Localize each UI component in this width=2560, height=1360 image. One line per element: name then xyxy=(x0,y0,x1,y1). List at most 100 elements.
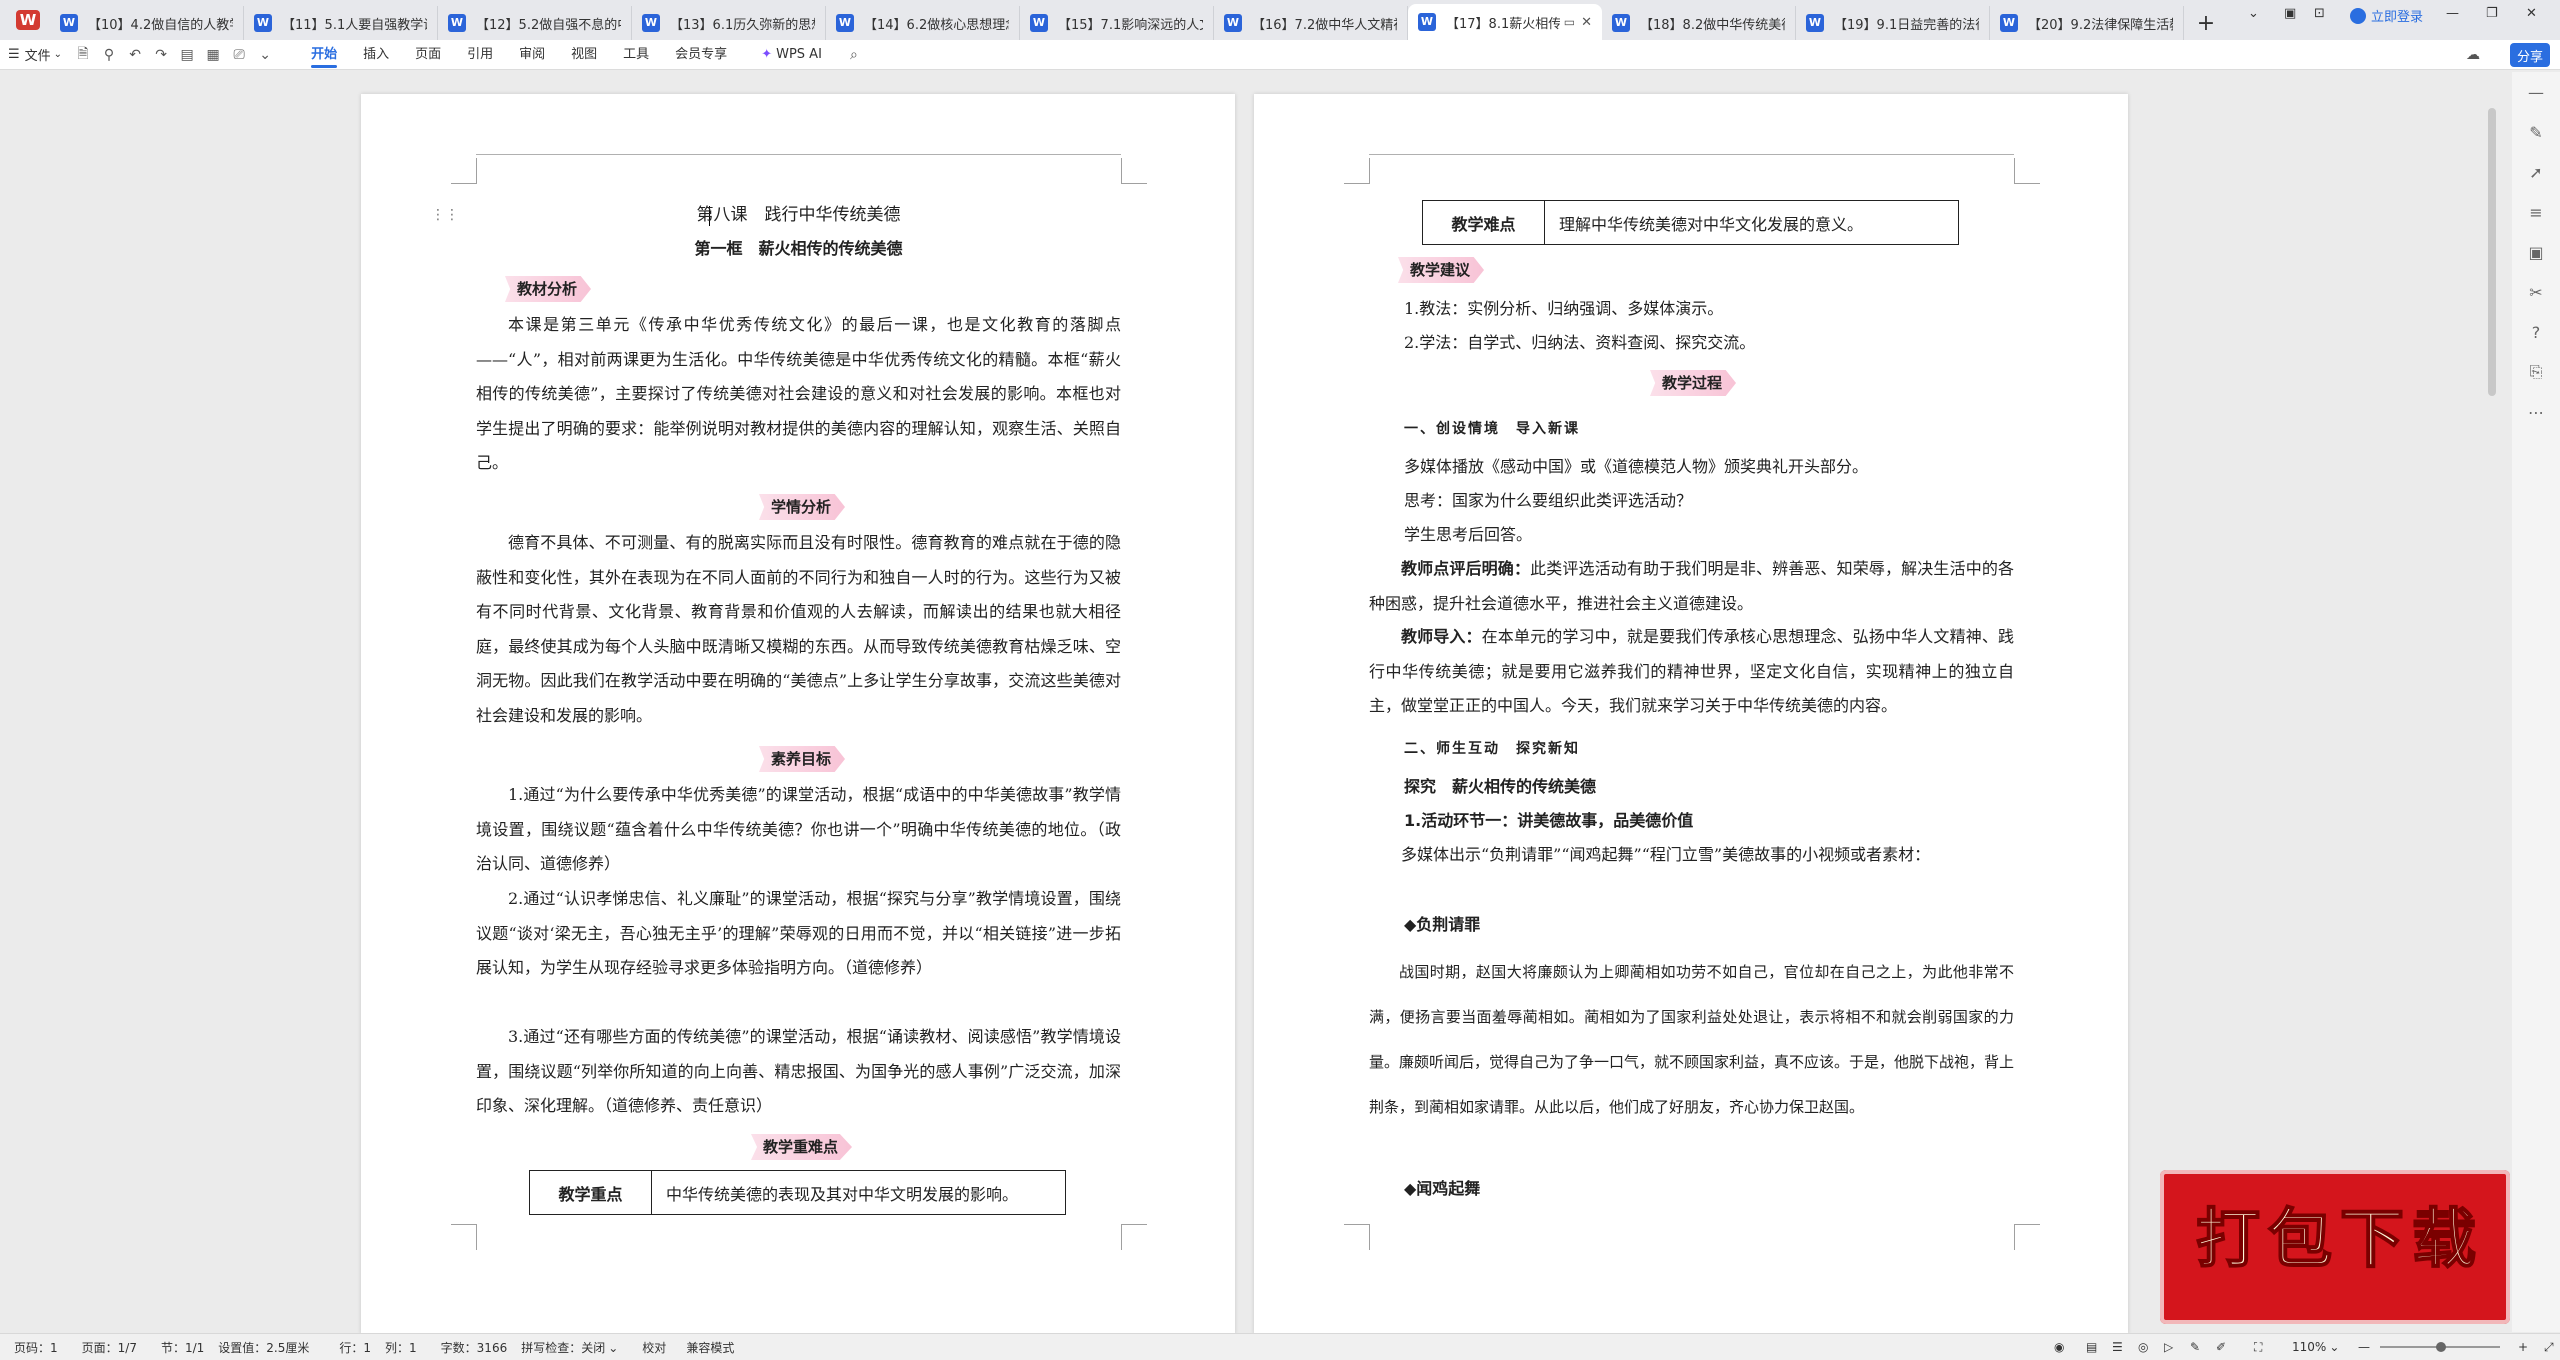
paragraph: 思考：国家为什么要组织此类评选活动？ xyxy=(1404,491,1693,510)
share-doc-icon[interactable]: ⎘ xyxy=(2512,352,2560,392)
search-icon[interactable]: ⌕ xyxy=(845,46,863,64)
menu-tools[interactable]: 工具 xyxy=(610,40,662,70)
word-count[interactable]: 字数：3166 xyxy=(441,1339,508,1356)
window-close-icon[interactable]: ✕ xyxy=(2526,6,2537,21)
header-rule xyxy=(1369,154,2014,155)
zoom-level[interactable]: 110% ⌄ xyxy=(2292,1340,2339,1354)
menu-member[interactable]: 会员专享 xyxy=(662,40,740,70)
word-doc-icon: W xyxy=(1030,14,1048,32)
fullscreen-icon[interactable]: ⤢ xyxy=(2544,1340,2554,1355)
setting-value[interactable]: 设置值：2.5厘米 xyxy=(218,1339,309,1356)
tab-doc-20[interactable]: W【20】9.2法律保障生活教学 xyxy=(1990,6,2184,40)
zoom-out-icon[interactable]: — xyxy=(2358,1340,2370,1354)
restore-icon[interactable]: ❐ xyxy=(2486,6,2498,21)
wps-ai-button[interactable]: ✦ WPS AI xyxy=(748,40,835,70)
row-number[interactable]: 行：1 xyxy=(339,1339,371,1356)
menu-page[interactable]: 页面 xyxy=(402,40,454,70)
wps-logo-icon[interactable]: W xyxy=(6,4,50,36)
tab-bar: W W【10】4.2做自信的人教学设 W【11】5.1人要自强教学设计 W【12… xyxy=(0,0,2560,40)
tab-doc-19[interactable]: W【19】9.1日益完善的法律体 xyxy=(1796,6,1990,40)
more-options-icon[interactable]: ⋯ xyxy=(2512,392,2560,432)
format-painter-icon[interactable]: ⎚ xyxy=(230,46,248,64)
multimedia-paragraph: 多媒体出示“负荆请罪”“闻鸡起舞”“程门立雪”美德故事的小视频或者素材： xyxy=(1401,845,1931,864)
activity-1-heading: 1.活动环节一：讲美德故事，品美德价值 xyxy=(1404,811,1694,830)
tab-doc-10[interactable]: W【10】4.2做自信的人教学设 xyxy=(50,6,244,40)
eye-protect-icon[interactable]: ◉ xyxy=(2054,1340,2064,1354)
word-doc-icon: W xyxy=(60,14,78,32)
image-tool-icon[interactable]: ▣ xyxy=(2512,232,2560,272)
zoom-slider-thumb[interactable] xyxy=(2436,1342,2446,1352)
tab-doc-17-active[interactable]: W【17】8.1薪火相传的▭✕ xyxy=(1408,4,1602,40)
spell-check[interactable]: 拼写检查：关闭 ⌄ xyxy=(521,1339,618,1356)
vertical-scrollbar[interactable] xyxy=(2488,108,2496,396)
difficult-point-table: 教学难点 理解中华传统美德对中华文化发展的意义。 xyxy=(1422,200,1959,245)
menu-insert[interactable]: 插入 xyxy=(350,40,402,70)
redo-icon[interactable]: ↷ xyxy=(152,46,170,64)
page-view-icon[interactable]: ▤ xyxy=(2086,1340,2097,1354)
tools-icon[interactable]: ✂ xyxy=(2512,272,2560,312)
writing-mode-icon[interactable]: ✎ xyxy=(2190,1340,2200,1354)
tab-dropdown-icon[interactable]: ⌄ xyxy=(2248,6,2259,21)
window-layout-icon[interactable]: ▣ xyxy=(2284,6,2296,21)
more-icon[interactable]: ⌄ xyxy=(256,46,274,64)
edit-mode-icon[interactable]: ✐ xyxy=(2216,1340,2226,1354)
file-menu[interactable]: ☰ 文件 ⌄ xyxy=(8,45,62,64)
fit-page-icon[interactable]: ⛶ xyxy=(2254,1340,2262,1355)
new-tab-button[interactable]: + xyxy=(2184,6,2228,40)
play-icon[interactable]: ▷ xyxy=(2164,1340,2173,1354)
page-corner-mark xyxy=(2014,1224,2040,1250)
menu-references[interactable]: 引用 xyxy=(454,40,506,70)
lesson-title: 第八课 践行中华传统美德 xyxy=(696,205,901,225)
style-list-icon[interactable]: ≡ xyxy=(2512,192,2560,232)
download-banner[interactable]: 打包下载 xyxy=(2160,1170,2510,1324)
word-doc-icon: W xyxy=(2000,14,2018,32)
page-number[interactable]: 页码：1 xyxy=(14,1339,58,1356)
help-icon[interactable]: ? xyxy=(2512,312,2560,352)
cloud-sync-icon[interactable]: ☁ xyxy=(2464,46,2482,64)
tab-doc-14[interactable]: W【14】6.2做核心思想理念的 xyxy=(826,6,1020,40)
word-doc-icon: W xyxy=(836,14,854,32)
login-link[interactable]: 立即登录 xyxy=(2350,6,2423,25)
compat-mode: 兼容模式 xyxy=(686,1340,735,1355)
drag-handle-icon[interactable]: ⋮⋮ xyxy=(431,207,459,223)
minimize-panel-icon[interactable]: — xyxy=(2512,72,2560,112)
menu-review[interactable]: 审阅 xyxy=(506,40,558,70)
edit-pen-icon[interactable]: ✎ xyxy=(2512,112,2560,152)
user-avatar-icon xyxy=(2350,7,2366,24)
tab-doc-12[interactable]: W【12】5.2做自强不息的中国 xyxy=(438,6,632,40)
export-pdf-icon[interactable]: ▦ xyxy=(204,46,222,64)
goal-3: 3.通过“还有哪些方面的传统美德”的课堂活动，根据“诵读教材、阅读感悟”教学情境… xyxy=(476,1027,1121,1115)
teacher-intro-paragraph: 教师导入：在本单元的学习中，就是要我们传承核心思想理念、弘扬中华人文精神、践行中… xyxy=(1369,627,2014,715)
tab-doc-13[interactable]: W【13】6.1历久弥新的思想理 xyxy=(632,6,826,40)
minimize-icon[interactable]: — xyxy=(2446,6,2459,21)
proofread-button[interactable]: 校对 xyxy=(642,1339,666,1356)
column-number[interactable]: 列：1 xyxy=(385,1339,417,1356)
close-tab-icon[interactable]: ✕ xyxy=(1581,15,1592,30)
tab-doc-16[interactable]: W【16】7.2做中华人文精神的 xyxy=(1214,6,1408,40)
hamburger-icon: ☰ xyxy=(8,47,20,62)
menu-view[interactable]: 视图 xyxy=(558,40,610,70)
right-side-panel: — ✎ ➚ ≡ ▣ ✂ ? ⎘ ⋯ xyxy=(2512,72,2560,1332)
bookmark-icon[interactable]: ⊡ xyxy=(2314,6,2325,21)
zoom-slider[interactable] xyxy=(2380,1342,2500,1352)
select-cursor-icon[interactable]: ➚ xyxy=(2512,152,2560,192)
page-corner-mark xyxy=(1121,158,1147,184)
save-icon[interactable]: 🗎 xyxy=(74,46,92,64)
page-corner-mark xyxy=(1344,158,1370,184)
zoom-in-icon[interactable]: + xyxy=(2518,1340,2528,1354)
tab-doc-11[interactable]: W【11】5.1人要自强教学设计 xyxy=(244,6,438,40)
search-replace-icon[interactable]: ⚲ xyxy=(100,46,118,64)
outline-view-icon[interactable]: ☰ xyxy=(2112,1340,2123,1354)
tab-doc-15[interactable]: W【15】7.1影响深远的人文精 xyxy=(1020,6,1214,40)
textbook-analysis-paragraph: 本课是第三单元《传承中华优秀传统文化》的最后一课，也是文化教育的落脚点——“人”… xyxy=(476,315,1121,472)
page-count[interactable]: 页面：1/7 xyxy=(82,1339,137,1356)
web-view-icon[interactable]: ◎ xyxy=(2138,1340,2148,1354)
section-count[interactable]: 节：1/1 xyxy=(161,1339,204,1356)
monitor-icon: ▭ xyxy=(1563,15,1576,29)
tab-doc-18[interactable]: W【18】8.2做中华传统美德的 xyxy=(1602,6,1796,40)
share-button[interactable]: 分享 xyxy=(2510,43,2550,67)
story-1-title: ◆负荆请罪 xyxy=(1404,915,1481,934)
menu-home[interactable]: 开始 xyxy=(298,40,350,70)
print-preview-icon[interactable]: ▤ xyxy=(178,46,196,64)
undo-icon[interactable]: ↶ xyxy=(126,46,144,64)
